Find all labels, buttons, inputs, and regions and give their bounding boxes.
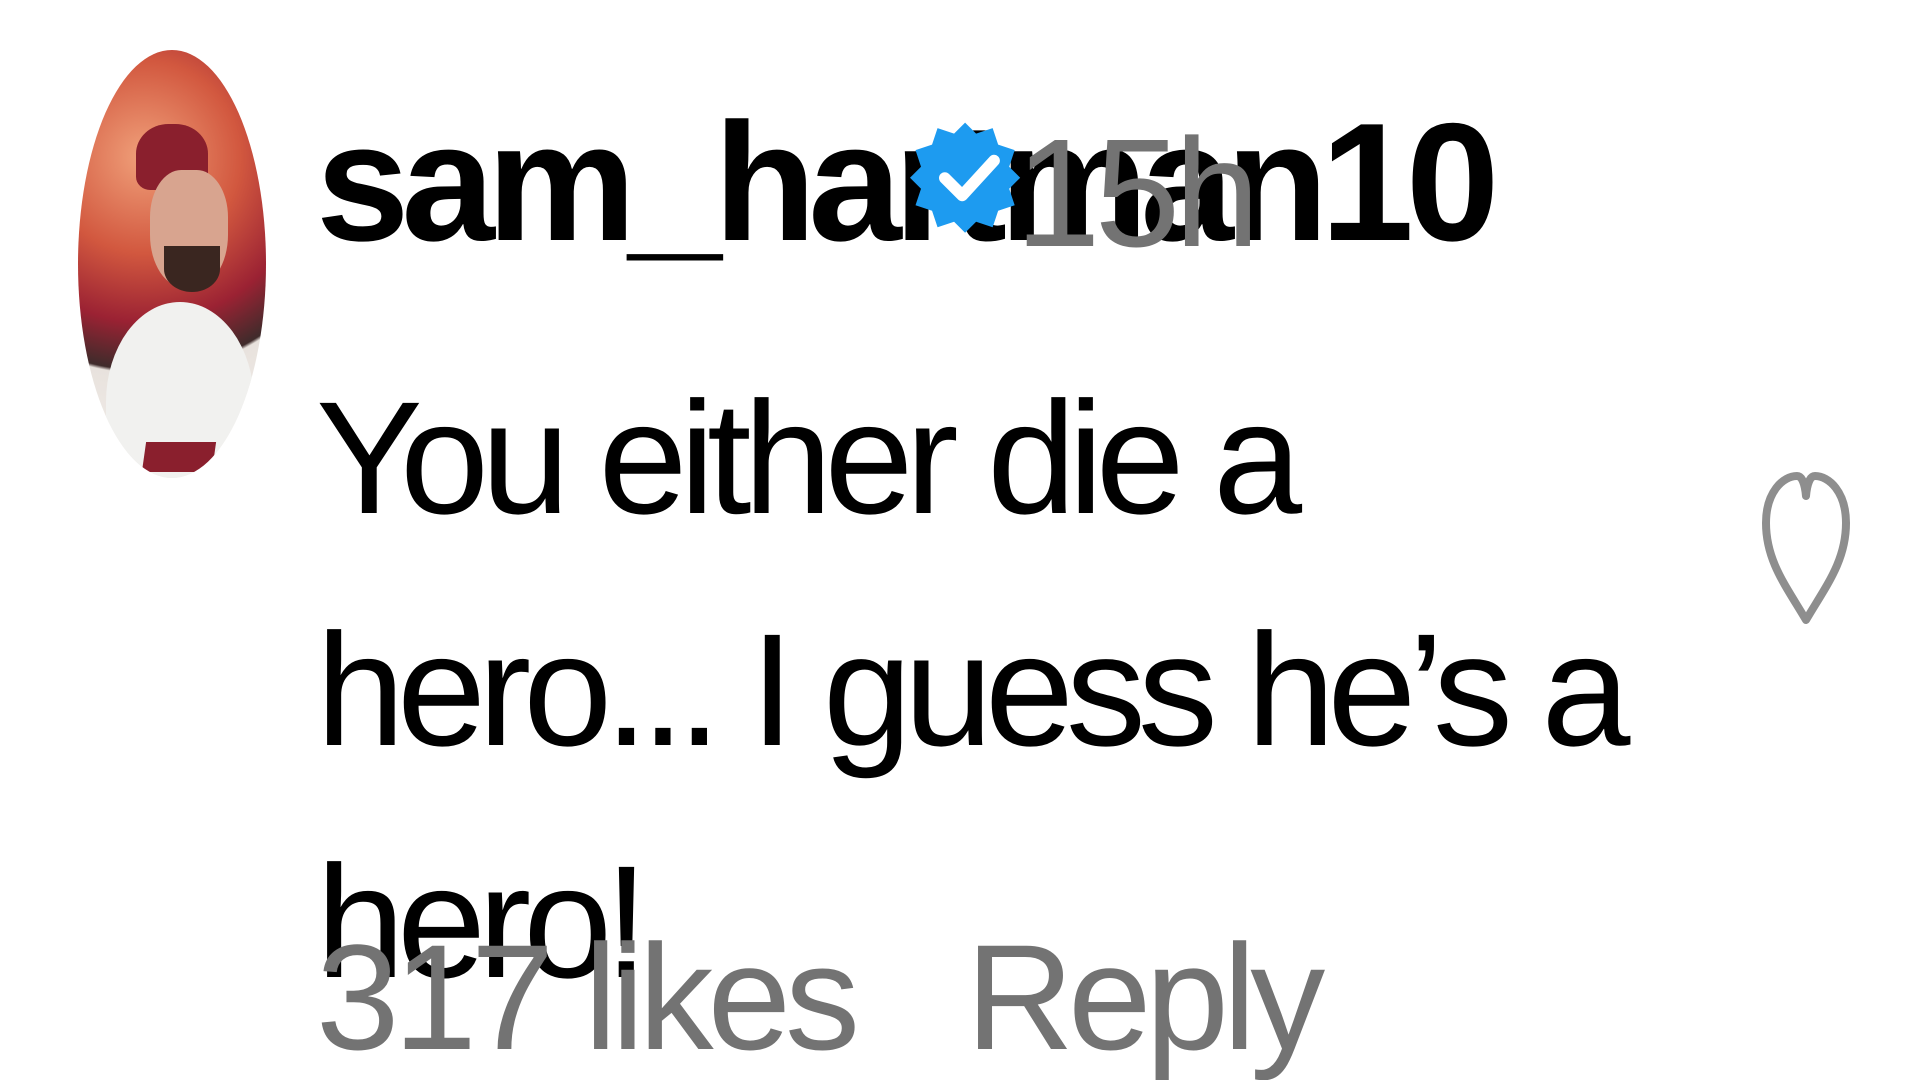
- comment-meta: 317 likes Reply: [316, 922, 1325, 1072]
- username[interactable]: sam_hartman10: [316, 98, 1499, 266]
- heart-outline-icon[interactable]: [1758, 456, 1854, 640]
- reply-button[interactable]: Reply: [966, 922, 1325, 1072]
- likes-count[interactable]: 317 likes: [316, 922, 860, 1072]
- verified-badge-icon: [910, 122, 1021, 233]
- avatar-jersey-logo: [141, 442, 217, 472]
- avatar[interactable]: [78, 50, 266, 478]
- comment-timestamp: 15h: [1015, 107, 1260, 279]
- comment-item: sam_hartman10 15h You either die a hero.…: [0, 0, 1920, 1080]
- avatar-beard: [164, 246, 220, 292]
